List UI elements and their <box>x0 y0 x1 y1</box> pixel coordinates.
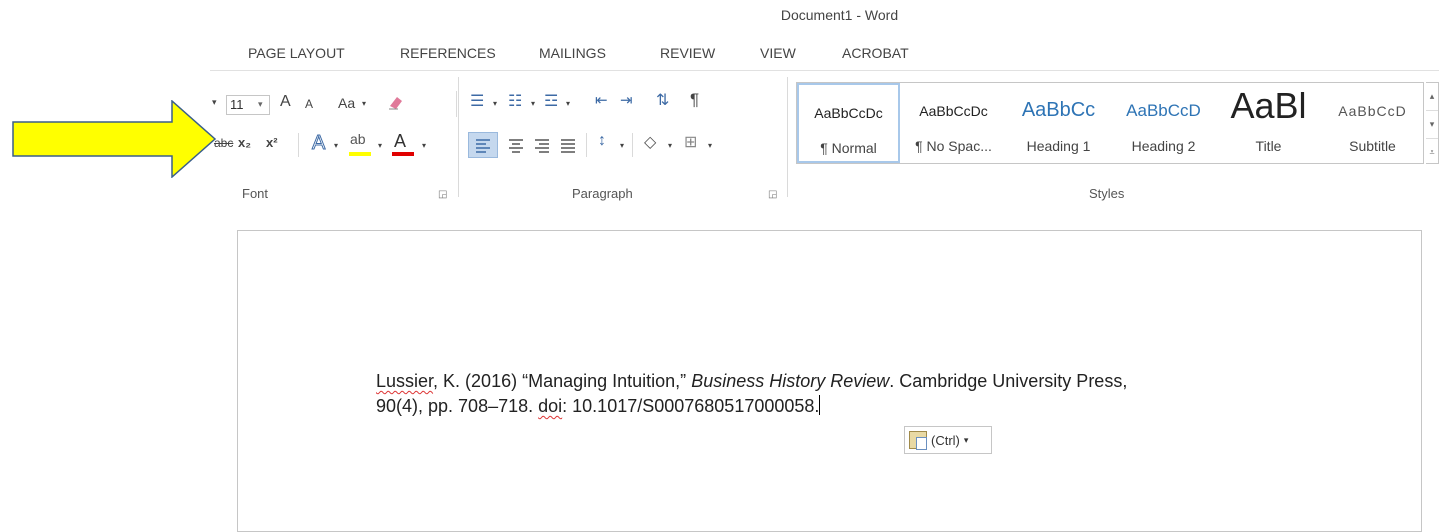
clipboard-icon <box>909 431 927 450</box>
style-heading-2[interactable]: AaBbCcD Heading 2 <box>1112 83 1215 163</box>
style-name: Heading 2 <box>1131 138 1196 154</box>
font-color-button[interactable]: A <box>394 131 406 152</box>
text-effects-button[interactable]: A <box>311 132 325 155</box>
bullets-caret-icon[interactable]: ▾ <box>493 99 497 108</box>
sort-icon[interactable]: ⇅ <box>656 90 669 110</box>
font-color-caret-icon[interactable]: ▾ <box>422 141 426 150</box>
align-left-icon <box>476 139 490 153</box>
more-styles-icon[interactable]: ⩡ <box>1426 138 1438 165</box>
line-spacing-caret-icon[interactable]: ▾ <box>620 141 624 150</box>
styles-gallery: AaBbCcDc ¶ Normal AaBbCcDc ¶ No Spac... … <box>796 82 1424 164</box>
line-spacing-icon[interactable]: ↕ <box>598 132 606 150</box>
clear-formatting-icon[interactable] <box>385 91 407 113</box>
superscript-button[interactable]: x² <box>266 135 278 150</box>
align-left-button[interactable] <box>468 132 498 158</box>
citation-line-2: 90(4), pp. 708–718. doi: 10.1017/S000768… <box>376 394 1127 419</box>
justify-icon[interactable] <box>557 134 579 156</box>
styles-group-label: Styles <box>1089 186 1125 201</box>
highlight-button[interactable]: ab <box>350 131 366 147</box>
style-name: ¶ Normal <box>820 140 877 156</box>
tab-review[interactable]: REVIEW <box>660 45 715 61</box>
font-dialog-launcher-icon[interactable]: ◲ <box>438 189 447 200</box>
style-subtitle[interactable]: AaBbCcD Subtitle <box>1322 83 1423 163</box>
style-preview: AaBbCcD <box>1338 103 1407 119</box>
paste-options-caret-icon: ▾ <box>963 434 969 445</box>
shading-icon[interactable]: ◇ <box>644 132 656 152</box>
window-title: Document1 - Word <box>780 7 899 23</box>
style-preview: AaBl <box>1230 85 1307 126</box>
style-name: Title <box>1255 138 1282 154</box>
tab-references[interactable]: REFERENCES <box>400 45 496 61</box>
numbering-icon[interactable]: ☷ <box>508 91 522 111</box>
font-size-box[interactable]: 11 <box>226 95 270 115</box>
font-group-separator <box>458 77 459 197</box>
tab-acrobat[interactable]: ACROBAT <box>842 45 909 61</box>
journal-title: Business History Review <box>691 371 890 391</box>
text-cursor <box>819 395 821 415</box>
citation-segment: , K. (2016) “Managing Intuition,” <box>433 371 692 391</box>
highlight-caret-icon[interactable]: ▾ <box>378 141 382 150</box>
style-title[interactable]: AaBl Title <box>1217 83 1320 163</box>
bullets-icon[interactable]: ☰ <box>470 91 484 111</box>
divider <box>586 133 587 157</box>
style-preview: AaBbCcD <box>1126 101 1201 120</box>
align-center-icon[interactable] <box>505 134 527 156</box>
align-right-icon[interactable] <box>531 134 553 156</box>
paragraph-dialog-launcher-icon[interactable]: ◲ <box>768 189 777 200</box>
numbering-caret-icon[interactable]: ▾ <box>531 99 535 108</box>
multilevel-caret-icon[interactable]: ▾ <box>566 99 570 108</box>
shading-caret-icon[interactable]: ▾ <box>668 141 672 150</box>
show-formatting-button[interactable]: ¶ <box>690 90 699 110</box>
grow-font-button[interactable]: A <box>280 93 291 111</box>
tab-page-layout[interactable]: PAGE LAYOUT <box>248 45 345 61</box>
font-color-swatch <box>392 152 414 156</box>
font-size-caret-icon[interactable]: ▾ <box>258 99 263 110</box>
highlight-color-swatch <box>349 152 371 156</box>
spelling-error[interactable]: Lussier <box>376 371 433 391</box>
citation-segment: 90(4), pp. 708–718. <box>376 396 539 416</box>
increase-indent-icon[interactable]: ⇥ <box>620 91 633 109</box>
style-preview: AaBbCcDc <box>814 105 883 121</box>
document-area: Lussier, K. (2016) “Managing Intuition,”… <box>210 206 1439 532</box>
spelling-error[interactable]: doi <box>538 396 562 416</box>
style-preview: AaBbCc <box>1021 99 1096 121</box>
style-no-spacing[interactable]: AaBbCcDc ¶ No Spac... <box>902 83 1005 163</box>
style-name: ¶ No Spac... <box>915 138 992 154</box>
ribbon: ▾ 11 ▾ A A Aa ▾ ☰ ▾ ☷ ▾ ☲ ▾ ⇤ ⇥ ⇅ ¶ abc … <box>206 70 1439 208</box>
multilevel-list-icon[interactable]: ☲ <box>544 91 558 111</box>
style-normal[interactable]: AaBbCcDc ¶ Normal <box>797 83 900 163</box>
borders-icon[interactable]: ⊞ <box>684 132 697 152</box>
scroll-up-icon[interactable]: ▴ <box>1426 83 1438 110</box>
change-case-caret-icon[interactable]: ▾ <box>362 99 366 108</box>
style-name: Heading 1 <box>1026 138 1091 154</box>
citation-text[interactable]: Lussier, K. (2016) “Managing Intuition,”… <box>376 369 1127 419</box>
arrow-annotation-icon <box>12 100 217 178</box>
style-name: Subtitle <box>1349 138 1396 154</box>
borders-caret-icon[interactable]: ▾ <box>708 141 712 150</box>
subscript-button[interactable]: x₂ <box>238 135 251 150</box>
divider <box>298 133 299 157</box>
document-page[interactable]: Lussier, K. (2016) “Managing Intuition,”… <box>237 230 1422 532</box>
tab-view[interactable]: VIEW <box>760 45 796 61</box>
tab-mailings[interactable]: MAILINGS <box>539 45 606 61</box>
shrink-font-button[interactable]: A <box>305 97 313 111</box>
styles-scroll[interactable]: ▴ ▾ ⩡ <box>1426 82 1439 164</box>
scroll-down-icon[interactable]: ▾ <box>1426 110 1438 138</box>
paragraph-group-separator <box>787 77 788 197</box>
divider <box>632 133 633 157</box>
citation-segment: . Cambridge University Press, <box>889 371 1128 391</box>
change-case-button[interactable]: Aa <box>338 95 355 111</box>
paste-options-button[interactable]: (Ctrl) ▾ <box>904 426 992 454</box>
divider <box>456 91 457 117</box>
paste-options-label: (Ctrl) <box>931 432 960 448</box>
citation-line-1: Lussier, K. (2016) “Managing Intuition,”… <box>376 369 1127 394</box>
decrease-indent-icon[interactable]: ⇤ <box>595 91 608 109</box>
style-heading-1[interactable]: AaBbCc Heading 1 <box>1007 83 1110 163</box>
arrow-shape <box>12 100 217 178</box>
text-effects-caret-icon[interactable]: ▾ <box>334 141 338 150</box>
citation-segment: : 10.1017/S0007680517000058. <box>562 396 820 416</box>
font-group-label: Font <box>242 186 269 201</box>
paragraph-group-label: Paragraph <box>572 186 633 201</box>
style-preview: AaBbCcDc <box>919 103 988 119</box>
